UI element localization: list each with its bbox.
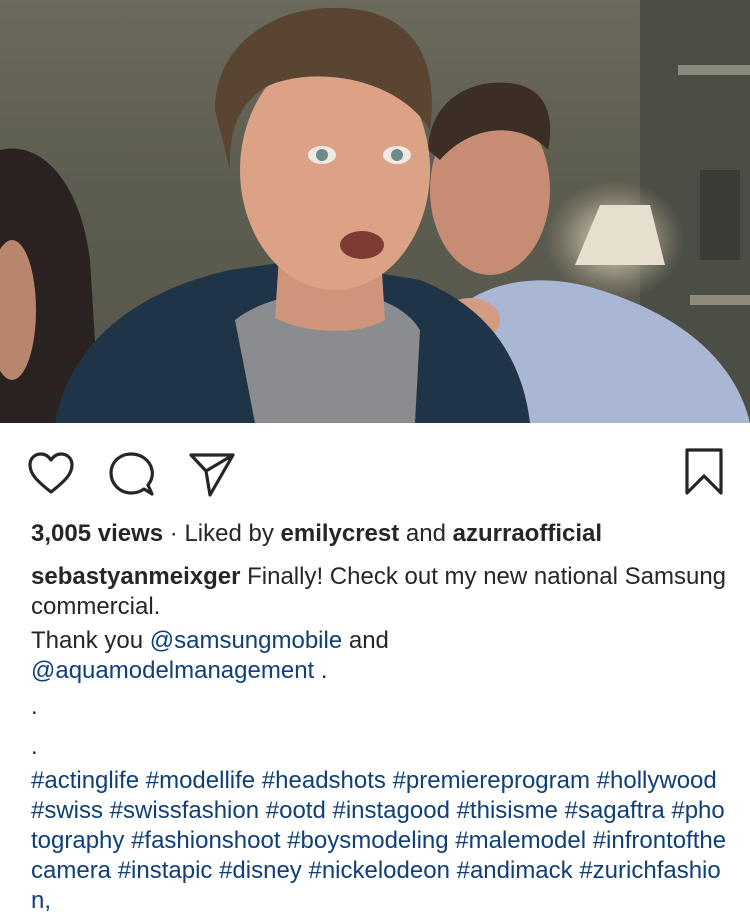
and-text: and xyxy=(399,520,453,547)
liked-by-prefix: · Liked by xyxy=(163,520,281,547)
author-username[interactable]: sebastyanmeixger xyxy=(31,563,240,590)
caption-dot-1: . xyxy=(31,693,38,720)
and-text-2: and xyxy=(342,627,389,654)
hashtags[interactable]: #actinglife #modellife #headshots #premi… xyxy=(31,766,731,916)
mention-samsungmobile[interactable]: @samsungmobile xyxy=(150,627,342,654)
mention-aquamodelmanagement[interactable]: @aquamodelmanagement xyxy=(31,657,314,684)
post-actions-bar xyxy=(0,423,750,515)
post-caption: sebastyanmeixger Finally! Check out my n… xyxy=(31,562,731,916)
save-button[interactable] xyxy=(684,447,724,497)
post-media[interactable] xyxy=(0,0,750,423)
heart-outline-icon xyxy=(28,452,74,494)
comment-button[interactable] xyxy=(108,451,156,499)
comment-bubble-icon xyxy=(109,452,154,496)
share-button[interactable] xyxy=(188,451,236,499)
caption-thanks-paragraph: Thank you @samsungmobile and @aquamodelma… xyxy=(31,626,731,686)
paper-plane-icon xyxy=(189,453,235,497)
likes-summary: 3,005 views · Liked by emilycrest and az… xyxy=(31,518,602,550)
liker-username-1[interactable]: emilycrest xyxy=(281,520,400,547)
video-still-image xyxy=(0,0,750,423)
after-mention-text: . xyxy=(314,657,328,684)
caption-first-paragraph: sebastyanmeixger Finally! Check out my n… xyxy=(31,562,731,622)
liker-username-2[interactable]: azurraofficial xyxy=(453,520,602,547)
like-button[interactable] xyxy=(27,451,75,495)
thanks-text: Thank you xyxy=(31,627,150,654)
bookmark-icon xyxy=(685,448,723,495)
caption-dot-2: . xyxy=(31,733,38,760)
views-count: 3,005 views xyxy=(31,520,164,547)
